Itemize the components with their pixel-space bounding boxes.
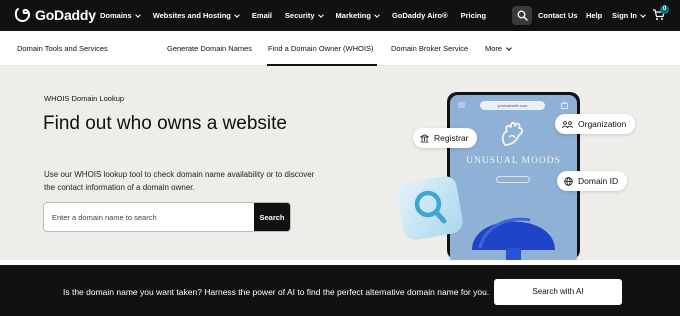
domain-id-tag: Domain ID [557, 171, 628, 191]
subnav-item-find-domain-owner[interactable]: Find a Domain Owner (WHOIS) [268, 44, 373, 53]
domain-search-input[interactable] [44, 203, 254, 231]
domain-search-form: Search [43, 202, 291, 232]
subnav-title[interactable]: Domain Tools and Services [17, 44, 108, 53]
building-icon [420, 133, 429, 142]
page-title: Find out who owns a website [43, 113, 287, 134]
search-icon [517, 10, 528, 21]
magnifier-glass-tile-icon [397, 176, 463, 240]
menu-icon [458, 102, 465, 108]
nav-label: Email [251, 11, 272, 20]
chevron-down-icon [317, 11, 324, 18]
subnav-item-generate-domain-names[interactable]: Generate Domain Names [167, 44, 252, 53]
search-with-ai-button[interactable]: Search with AI [494, 279, 622, 305]
contact-label: Contact Us [538, 11, 578, 20]
nav-item-security[interactable]: Security [284, 11, 324, 20]
cart-button[interactable]: 0 [652, 5, 669, 26]
nav-label: Marketing [335, 11, 371, 20]
help-label: Help [586, 11, 603, 20]
more-label: More [485, 44, 503, 53]
nav-label: GoDaddy Airo® [391, 11, 448, 20]
chevron-down-icon [506, 44, 512, 51]
registrar-tag: Registrar [413, 128, 478, 148]
sign-in-button[interactable]: Sign In [612, 0, 646, 31]
nav-item-pricing[interactable]: Pricing [461, 11, 486, 20]
top-navigation: GoDaddy Domains Websites and Hosting Ema… [0, 0, 680, 31]
hero-section: WHOIS Domain Lookup Find out who owns a … [0, 66, 680, 260]
nav-label: Security [284, 11, 315, 20]
registrar-label: Registrar [434, 133, 469, 143]
cart-count-badge: 0 [660, 5, 669, 14]
nav-label: Pricing [460, 11, 487, 20]
logo-text: GoDaddy [35, 7, 96, 23]
search-submit-button[interactable]: Search [254, 203, 290, 231]
sign-in-label: Sign In [612, 11, 637, 20]
banner-text: Is the domain name you want taken? Harne… [63, 287, 490, 297]
ai-search-banner: Is the domain name you want taken? Harne… [0, 265, 680, 316]
nav-label: Websites and Hosting [152, 11, 231, 20]
bag-icon [561, 101, 568, 109]
website-cta-pill [496, 176, 530, 183]
chevron-down-icon [640, 11, 646, 18]
search-button[interactable] [512, 6, 532, 25]
subnav-item-domain-broker[interactable]: Domain Broker Service [391, 44, 468, 53]
eyebrow-label: WHOIS Domain Lookup [44, 94, 125, 103]
hero-description: Use our WHOIS lookup tool to check domai… [44, 170, 315, 192]
hand-logo-icon [501, 121, 523, 146]
nav-item-marketing[interactable]: Marketing [335, 11, 380, 20]
nav-label: Domains [100, 11, 132, 20]
chevron-down-icon [374, 11, 380, 18]
chevron-down-icon [234, 11, 240, 18]
globe-icon [564, 176, 573, 186]
main-menu: Domains Websites and Hosting Email Secur… [100, 0, 499, 31]
nav-item-airo[interactable]: GoDaddy Airo® [392, 11, 448, 20]
subnav-more-button[interactable]: More [485, 44, 512, 53]
domain-id-label: Domain ID [578, 176, 619, 186]
website-brand-name: UNUSUAL MOODS [466, 156, 561, 166]
people-icon [562, 120, 573, 128]
godaddy-logo-icon [14, 8, 31, 23]
nav-item-websites-hosting[interactable]: Websites and Hosting [152, 11, 240, 20]
sub-navigation: Domain Tools and Services Generate Domai… [0, 31, 680, 66]
nav-item-domains[interactable]: Domains [100, 11, 141, 20]
contact-us-link[interactable]: Contact Us [538, 0, 578, 31]
mushroom-lamp-image [472, 217, 555, 260]
organization-tag: Organization [555, 114, 636, 134]
help-link[interactable]: Help [586, 0, 602, 31]
nav-item-email[interactable]: Email [252, 11, 272, 20]
chevron-down-icon [134, 11, 141, 18]
godaddy-logo[interactable]: GoDaddy [14, 7, 96, 23]
organization-label: Organization [578, 119, 627, 129]
url-bar: yourwebsite.com [480, 101, 545, 110]
